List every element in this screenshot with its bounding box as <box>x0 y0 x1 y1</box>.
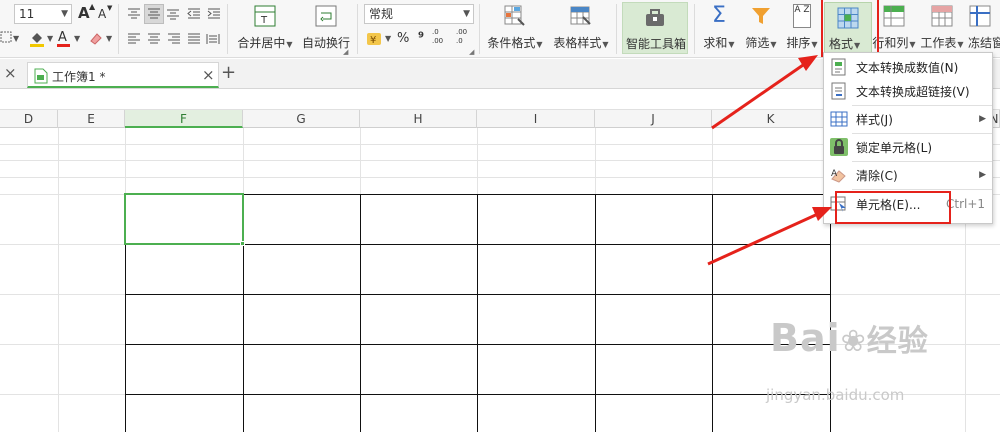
annotation-arrowhead-2 <box>812 207 832 221</box>
annotation-arrow-2 <box>707 211 821 266</box>
annotation-arrows <box>707 55 832 266</box>
annotation-arrow-1 <box>711 61 807 130</box>
annotation-arrowhead-1 <box>798 55 818 71</box>
